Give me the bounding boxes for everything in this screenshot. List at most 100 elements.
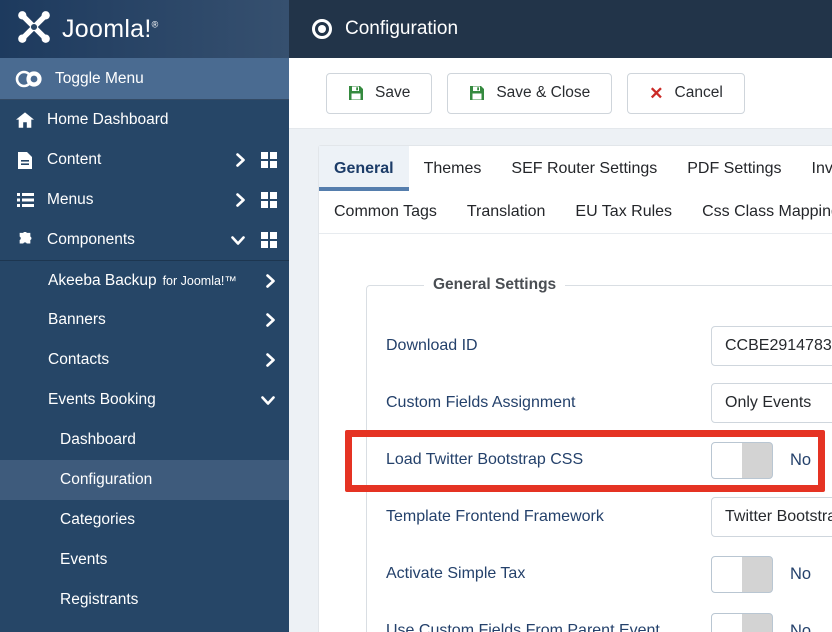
field-row-custom-fields-assignment: Custom Fields Assignment Only Events — [386, 383, 832, 423]
chevron-down-icon[interactable] — [231, 235, 245, 245]
field-label: Template Frontend Framework — [386, 508, 604, 525]
grid-icon[interactable] — [261, 232, 277, 248]
logo-text: Joomla!® — [62, 14, 159, 43]
sidebar-item-label: Contacts — [48, 351, 110, 368]
sidebar-item-label: Registrants — [60, 591, 139, 608]
tab-sef-router-settings[interactable]: SEF Router Settings — [496, 146, 672, 191]
field-label: Use Custom Fields From Parent Event — [386, 622, 660, 632]
list-icon — [14, 193, 36, 207]
sidebar-item-content[interactable]: Content — [0, 140, 289, 180]
save-button[interactable]: Save — [326, 72, 433, 114]
grid-icon[interactable] — [261, 152, 277, 168]
document-icon — [14, 151, 36, 169]
sidebar-item-akeeba-backup[interactable]: Akeeba Backup for Joomla!™ — [0, 260, 289, 300]
field-row-download-id: Download ID — [386, 326, 832, 366]
parent-custom-fields-toggle[interactable] — [711, 612, 773, 632]
sidebar-item-banners[interactable]: Banners — [0, 300, 289, 340]
simple-tax-toggle[interactable] — [711, 555, 773, 593]
floppy-disk-icon — [348, 85, 364, 101]
sidebar-item-events-booking[interactable]: Events Booking — [0, 380, 289, 420]
tab-themes[interactable]: Themes — [409, 146, 497, 191]
sidebar-item-contacts[interactable]: Contacts — [0, 340, 289, 380]
chevron-right-icon[interactable] — [266, 353, 275, 367]
tab-pdf-settings[interactable]: PDF Settings — [672, 146, 796, 191]
field-label: Activate Simple Tax — [386, 565, 526, 582]
sidebar-item-label: Toggle Menu — [55, 69, 144, 87]
tab-general[interactable]: General — [319, 146, 409, 191]
sidebar-item-components[interactable]: Components — [0, 220, 289, 260]
custom-fields-assignment-select[interactable]: Only Events — [711, 383, 832, 423]
tab-eu-tax-rules[interactable]: EU Tax Rules — [560, 191, 687, 233]
sidebar-item-eb-registrants[interactable]: Registrants — [0, 580, 289, 620]
fieldset-legend: General Settings — [433, 276, 557, 293]
load-bootstrap-toggle[interactable] — [711, 441, 773, 479]
cancel-button-label: Cancel — [674, 84, 723, 101]
dot-circle-icon — [312, 19, 332, 39]
field-row-load-bootstrap: Load Twitter Bootstrap CSS No — [386, 440, 832, 480]
field-label: Load Twitter Bootstrap CSS — [386, 451, 584, 468]
x-icon: ✕ — [649, 83, 664, 103]
house-icon — [14, 111, 36, 129]
toggle-state-label: No — [790, 621, 812, 632]
template-framework-select[interactable]: Twitter Bootstrap — [711, 497, 832, 537]
tab-common-tags[interactable]: Common Tags — [319, 191, 452, 233]
logo-band: Joomla!® — [0, 0, 289, 58]
toolbar: Save Save & Close ✕ Cancel — [289, 58, 832, 129]
logo-registered-mark: ® — [151, 19, 159, 30]
sidebar-item-label: Events Booking — [48, 391, 156, 408]
save-button-label: Save — [375, 84, 411, 101]
chevron-right-icon[interactable] — [266, 273, 275, 288]
field-label: Download ID — [386, 337, 478, 354]
tab-panel-general: General Settings Download ID Custom Fiel… — [319, 234, 832, 632]
joomla-logo-icon — [16, 9, 52, 50]
sidebar-item-menus[interactable]: Menus — [0, 180, 289, 220]
chevron-down-icon[interactable] — [261, 395, 275, 405]
field-label: Custom Fields Assignment — [386, 394, 576, 411]
field-row-parent-custom-fields: Use Custom Fields From Parent Event No — [386, 611, 832, 632]
sidebar-item-label: Akeeba Backup for Joomla!™ — [48, 271, 237, 289]
sidebar-item-label: Configuration — [60, 471, 153, 488]
sidebar-item-suffix: for Joomla!™ — [162, 273, 237, 288]
toggle-state-label: No — [790, 564, 812, 583]
sidebar-item-label: Menus — [47, 191, 94, 208]
page-header: Configuration — [289, 0, 832, 58]
tab-translation[interactable]: Translation — [452, 191, 561, 233]
app-window: Joomla!® Toggle Menu Home Dashboard Cont… — [0, 0, 832, 632]
field-row-simple-tax: Activate Simple Tax No — [386, 554, 832, 594]
content-card: General Themes SEF Router Settings PDF S… — [318, 145, 832, 632]
sidebar-item-home-dashboard[interactable]: Home Dashboard — [0, 100, 289, 140]
tab-bar-row1: General Themes SEF Router Settings PDF S… — [319, 146, 832, 191]
sidebar-item-eb-configuration[interactable]: Configuration — [0, 460, 289, 500]
sidebar-menu: Home Dashboard Content Menus Components … — [0, 100, 289, 620]
sidebar: Joomla!® Toggle Menu Home Dashboard Cont… — [0, 0, 289, 632]
sidebar-item-label: Components — [47, 231, 135, 248]
cancel-button[interactable]: ✕ Cancel — [627, 72, 745, 114]
chevron-right-icon[interactable] — [236, 193, 245, 207]
sidebar-item-toggle-menu[interactable]: Toggle Menu — [0, 58, 289, 100]
grid-icon[interactable] — [261, 192, 277, 208]
sidebar-item-label: Banners — [48, 311, 106, 328]
toggle-icon — [14, 69, 44, 89]
sidebar-item-eb-dashboard[interactable]: Dashboard — [0, 420, 289, 460]
chevron-right-icon[interactable] — [236, 153, 245, 167]
download-id-input[interactable] — [711, 326, 832, 366]
tab-invoice[interactable]: Invoice — [797, 146, 832, 191]
sidebar-item-label: Categories — [60, 511, 135, 528]
floppy-disk-icon — [469, 85, 485, 101]
tab-css-class-mapping[interactable]: Css Class Mapping — [687, 191, 832, 233]
page-title: Configuration — [345, 18, 459, 39]
sidebar-item-label: Content — [47, 151, 102, 168]
field-row-template-framework: Template Frontend Framework Twitter Boot… — [386, 497, 832, 537]
select-value: Only Events — [725, 394, 812, 411]
save-close-button-label: Save & Close — [496, 84, 591, 101]
sidebar-item-label: Dashboard — [60, 431, 136, 448]
select-value: Twitter Bootstrap — [725, 508, 832, 525]
save-close-button[interactable]: Save & Close — [447, 72, 613, 114]
sidebar-item-label: Home Dashboard — [47, 111, 169, 128]
chevron-right-icon[interactable] — [266, 313, 275, 327]
sidebar-item-label: Events — [60, 551, 108, 568]
puzzle-icon — [14, 232, 36, 248]
tab-bar-row2: Common Tags Translation EU Tax Rules Css… — [319, 191, 832, 234]
sidebar-item-eb-events[interactable]: Events — [0, 540, 289, 580]
sidebar-item-eb-categories[interactable]: Categories — [0, 500, 289, 540]
